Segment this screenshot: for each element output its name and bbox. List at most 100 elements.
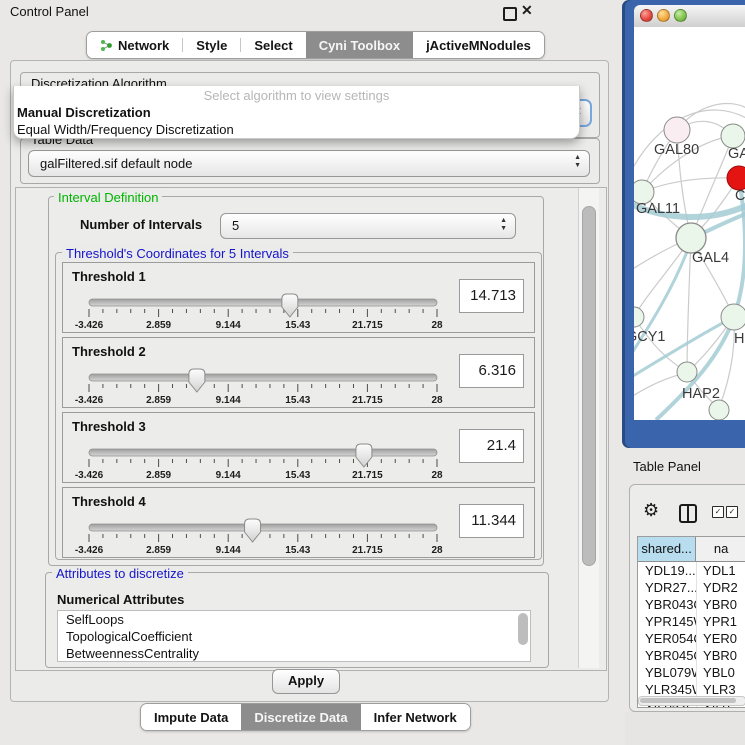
popup-item[interactable]: Equal Width/Frequency Discretization: [14, 121, 579, 138]
table-row[interactable]: YBL079WYBL0: [638, 664, 745, 681]
tab-style[interactable]: Style: [183, 32, 240, 58]
table-hscrollbar-thumb[interactable]: [640, 698, 736, 703]
interval-definition-label: Interval Definition: [54, 190, 162, 205]
attributes-group-label: Attributes to discretize: [52, 566, 188, 581]
tab-select[interactable]: Select: [241, 32, 305, 58]
table-cell: YPR145W: [638, 613, 696, 630]
network-node[interactable]: [677, 362, 697, 382]
threshold-value-field[interactable]: 6.316: [459, 354, 524, 388]
float-window-icon[interactable]: [503, 7, 517, 21]
tab-label: Cyni Toolbox: [319, 38, 400, 53]
bottom-tab-bar: Impute Data Discretize DataInfer Network: [140, 703, 471, 731]
svg-text:21.715: 21.715: [352, 395, 383, 406]
table-row[interactable]: YBR043CYBR0: [638, 596, 745, 613]
network-node[interactable]: [664, 117, 690, 143]
node-label: C: [735, 188, 745, 204]
tab-cyni-toolbox[interactable]: Cyni Toolbox: [306, 32, 413, 58]
threshold-slider[interactable]: -3.4262.8599.14415.4321.71528: [85, 366, 445, 406]
threshold-value-field[interactable]: 21.4: [459, 429, 524, 463]
table-cell: YBR0: [696, 596, 745, 613]
table-row[interactable]: YPR145WYPR1: [638, 613, 745, 630]
table-hscrollbar[interactable]: [638, 696, 745, 706]
column-header[interactable]: na: [696, 537, 745, 561]
popup-item[interactable]: Manual Discretization: [14, 104, 579, 121]
close-traffic-light[interactable]: [640, 9, 653, 22]
network-node[interactable]: [721, 124, 745, 148]
network-node[interactable]: [676, 223, 706, 253]
attribute-item[interactable]: TopologicalCoefficient: [58, 628, 530, 645]
slider-thumb[interactable]: [245, 519, 261, 542]
svg-text:9.144: 9.144: [216, 470, 241, 481]
attribute-item[interactable]: BetweennessCentrality: [58, 645, 530, 662]
scrollbar-thumb[interactable]: [582, 206, 596, 566]
table-row[interactable]: YDL19...YDL1: [638, 562, 745, 579]
popup-item-list: Manual DiscretizationEqual Width/Frequen…: [14, 104, 579, 138]
svg-text:-3.426: -3.426: [75, 470, 104, 481]
list-scrollbar-thumb[interactable]: [518, 613, 528, 645]
tab-label: Impute Data: [154, 710, 228, 725]
tab-infer-network[interactable]: Infer Network: [361, 704, 470, 730]
num-intervals-label: Number of Intervals: [80, 217, 202, 232]
threshold-row: Threshold 4 -3.4262.8599.14415.4321.71528…: [62, 487, 535, 558]
tab-label: Network: [118, 38, 169, 53]
slider-thumb[interactable]: [189, 369, 205, 392]
right-bottom-strip: [625, 712, 745, 745]
numerical-attributes-list[interactable]: SelfLoopsTopologicalCoefficientBetweenne…: [57, 610, 531, 662]
table-data-selected: galFiltered.sif default node: [40, 151, 192, 176]
threshold-value-field[interactable]: 11.344: [459, 504, 524, 538]
node-label: GCY1: [634, 329, 666, 345]
svg-text:21.715: 21.715: [352, 320, 383, 331]
svg-text:-3.426: -3.426: [75, 545, 104, 556]
num-intervals-spinner[interactable]: 5 ▲▼: [220, 213, 516, 239]
table-row[interactable]: YDR27...YDR2: [638, 579, 745, 596]
network-graph[interactable]: GAL80GACGAL11GAL4GCY1HHAP2: [634, 27, 745, 420]
threshold-slider[interactable]: -3.4262.8599.14415.4321.71528: [85, 291, 445, 331]
svg-text:15.43: 15.43: [285, 395, 310, 406]
threshold-row: Threshold 2-3.4262.8599.14415.4321.71528…: [62, 337, 535, 408]
network-node[interactable]: [721, 304, 745, 330]
network-node[interactable]: [727, 166, 745, 190]
svg-text:15.43: 15.43: [285, 545, 310, 556]
node-label: GAL80: [654, 142, 699, 158]
spinner-arrows-icon: ▲▼: [500, 217, 507, 233]
svg-text:28: 28: [431, 320, 443, 331]
threshold-label: Threshold 2: [72, 344, 146, 359]
table-row[interactable]: YBR045CYBR0: [638, 647, 745, 664]
svg-text:2.859: 2.859: [146, 395, 171, 406]
column-header[interactable]: shared...: [638, 537, 696, 561]
node-attribute-table[interactable]: shared...naYDL19...YDL1YDR27...YDR2YBR04…: [637, 536, 745, 708]
columns-icon[interactable]: [679, 504, 697, 523]
slider-thumb[interactable]: [282, 294, 298, 317]
network-node[interactable]: [634, 307, 644, 327]
tab-impute-data[interactable]: Impute Data: [141, 704, 241, 730]
checkbox-icon[interactable]: ✓: [726, 506, 738, 518]
svg-text:-3.426: -3.426: [75, 395, 104, 406]
network-window-titlebar[interactable]: [634, 5, 745, 28]
table-header-row: shared...na: [638, 537, 745, 562]
tab-discretize-data[interactable]: Discretize Data: [241, 704, 360, 730]
svg-text:15.43: 15.43: [285, 320, 310, 331]
slider-thumb[interactable]: [356, 444, 372, 467]
table-cell: YBR045C: [638, 647, 696, 664]
apply-button[interactable]: Apply: [272, 669, 340, 694]
gear-icon[interactable]: ⚙: [643, 501, 659, 519]
threshold-slider[interactable]: -3.4262.8599.14415.4321.71528: [85, 516, 445, 556]
network-node[interactable]: [709, 400, 729, 420]
threshold-value-field[interactable]: 14.713: [459, 279, 524, 313]
table-data-combobox[interactable]: galFiltered.sif default node ▲▼: [28, 150, 590, 177]
table-cell: YDR27...: [638, 579, 696, 596]
threshold-label: Threshold 4: [72, 494, 146, 509]
node-label: H: [734, 331, 744, 347]
threshold-slider[interactable]: -3.4262.8599.14415.4321.71528: [85, 441, 445, 481]
checkbox-icon[interactable]: ✓: [712, 506, 724, 518]
attribute-item[interactable]: SelfLoops: [58, 611, 530, 628]
minimize-traffic-light[interactable]: [657, 9, 670, 22]
network-canvas[interactable]: GAL80GACGAL11GAL4GCY1HHAP2: [634, 27, 745, 420]
table-row[interactable]: YER054CYER0: [638, 630, 745, 647]
tab-network[interactable]: Network: [87, 32, 182, 58]
top-tab-bar: Network StyleSelect Cyni Toolbox jActiveMNo…: [86, 31, 545, 59]
tab-jactivemnodules[interactable]: jActiveMNodules: [413, 32, 544, 58]
window-title: Control Panel: [10, 4, 89, 19]
close-icon[interactable]: ✕: [521, 2, 533, 19]
zoom-traffic-light[interactable]: [674, 9, 687, 22]
